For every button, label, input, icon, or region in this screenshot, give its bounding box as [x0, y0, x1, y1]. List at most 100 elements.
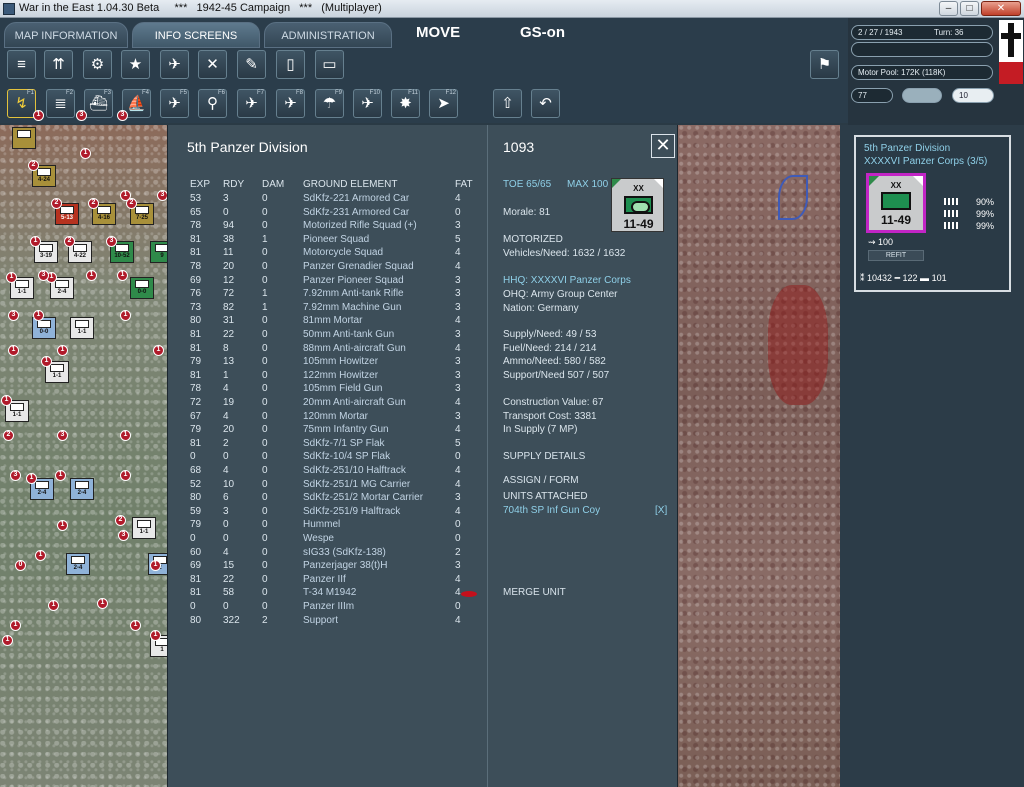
- table-row[interactable]: 78 94 0 Motorized Rifle Squad (+) 3: [168, 220, 478, 234]
- tab-administration[interactable]: ADMINISTRATION: [264, 22, 392, 48]
- map-marker[interactable]: 1: [55, 470, 66, 481]
- map-marker[interactable]: 3: [118, 530, 129, 541]
- table-row[interactable]: 65 0 0 SdKfz-231 Armored Car 0: [168, 207, 478, 221]
- table-row[interactable]: 78 20 0 Panzer Grenadier Squad 4: [168, 261, 478, 275]
- selected-unit-counter[interactable]: XX 11-49: [866, 173, 926, 233]
- table-row[interactable]: 79 13 0 105mm Howitzer 3: [168, 356, 478, 370]
- map-marker[interactable]: 3: [76, 110, 87, 121]
- table-row[interactable]: 76 72 1 7.92mm Anti-tank Rifle 3: [168, 288, 478, 302]
- map-marker[interactable]: 3: [38, 270, 49, 281]
- map-unit-counter[interactable]: 4-16 2: [88, 198, 116, 225]
- table-row[interactable]: 78 4 0 105mm Field Gun 3: [168, 383, 478, 397]
- close-panel-button[interactable]: ✕: [651, 134, 675, 158]
- table-row[interactable]: 53 3 0 SdKfz-221 Armored Car 4: [168, 193, 478, 207]
- table-row[interactable]: 80 6 0 SdKfz-251/2 Mortar Carrier 3: [168, 492, 478, 506]
- col-header-exp[interactable]: EXP: [190, 179, 210, 190]
- map-marker[interactable]: 1: [48, 600, 59, 611]
- map-unit-counter[interactable]: 2-4: [70, 478, 94, 500]
- map-unit-counter[interactable]: 2-4: [66, 553, 90, 575]
- undo-icon[interactable]: ↶: [531, 89, 560, 118]
- table-row[interactable]: 69 15 0 Panzerjager 38(t)H 3: [168, 560, 478, 574]
- map-view-right[interactable]: [678, 125, 840, 787]
- map-marker[interactable]: 1: [130, 620, 141, 631]
- max-label[interactable]: MAX 100: [567, 179, 608, 190]
- toe-label[interactable]: TOE 65/65: [503, 179, 551, 190]
- bombing-icon[interactable]: ✸ F11: [391, 89, 420, 118]
- minimize-button[interactable]: –: [939, 1, 958, 16]
- air-transport-icon[interactable]: ✈ F5: [160, 89, 189, 118]
- ground-attack-icon[interactable]: ✈ F8: [276, 89, 305, 118]
- map-marker[interactable]: 1: [150, 560, 161, 571]
- move-mode-icon[interactable]: ↯ F1: [7, 89, 36, 118]
- reconnaissance-icon[interactable]: ⚲ F6: [198, 89, 227, 118]
- air-drop-icon[interactable]: ☂ F9: [315, 89, 344, 118]
- map-unit-counter[interactable]: 7-25 2: [126, 198, 154, 225]
- map-marker[interactable]: 1: [57, 520, 68, 531]
- map-marker[interactable]: 1: [120, 190, 131, 201]
- table-row[interactable]: 81 1 0 122mm Howitzer 3: [168, 370, 478, 384]
- table-row[interactable]: 59 3 0 SdKfz-251/9 Halftrack 4: [168, 506, 478, 520]
- map-marker[interactable]: 1: [33, 110, 44, 121]
- tab-map-information[interactable]: MAP INFORMATION: [4, 22, 128, 48]
- detach-unit-button[interactable]: [X]: [655, 505, 667, 516]
- air-recon-icon[interactable]: ✈ F7: [237, 89, 266, 118]
- map-marker[interactable]: 1: [86, 270, 97, 281]
- table-row[interactable]: 79 0 0 Hummel 0: [168, 519, 478, 533]
- map-marker[interactable]: 1: [97, 598, 108, 609]
- table-row[interactable]: 73 82 1 7.92mm Machine Gun 3: [168, 302, 478, 316]
- strike-icon[interactable]: ✈ F10: [353, 89, 382, 118]
- rail-mode-icon[interactable]: ≣ F2: [46, 89, 75, 118]
- gs-mode-label[interactable]: GS-on: [520, 24, 565, 41]
- map-unit-counter[interactable]: 4-24 2: [28, 160, 56, 187]
- col-header-rdy[interactable]: RDY: [223, 179, 244, 190]
- refit-button[interactable]: REFIT: [868, 250, 924, 261]
- map-unit-counter[interactable]: 1-1 1: [6, 272, 34, 299]
- map-unit-counter[interactable]: 2-4 1: [46, 272, 74, 299]
- notes-icon[interactable]: ▭: [315, 50, 344, 79]
- map-marker[interactable]: 3: [57, 430, 68, 441]
- reports-icon[interactable]: ▯: [276, 50, 305, 79]
- col-header-dam[interactable]: DAM: [262, 179, 284, 190]
- col-header-fat[interactable]: FAT: [455, 179, 473, 190]
- move-mode-label[interactable]: MOVE: [416, 24, 460, 41]
- table-row[interactable]: 81 2 0 SdKfz-7/1 SP Flak 5: [168, 438, 478, 452]
- map-marker[interactable]: 1: [10, 620, 21, 631]
- map-marker[interactable]: 1: [150, 630, 161, 641]
- table-row[interactable]: 0 0 0 Wespe 0: [168, 533, 478, 547]
- table-row[interactable]: 79 20 0 75mm Infantry Gun 4: [168, 424, 478, 438]
- weapons-icon[interactable]: ✎: [237, 50, 266, 79]
- map-marker[interactable]: 1: [117, 270, 128, 281]
- table-row[interactable]: 72 19 0 20mm Anti-aircraft Gun 4: [168, 397, 478, 411]
- hhq-link[interactable]: HHQ: XXXXVI Panzer Corps: [503, 275, 631, 286]
- map-marker[interactable]: 2: [3, 430, 14, 441]
- map-unit-counter[interactable]: 1-1 1: [41, 356, 69, 383]
- attached-unit-link[interactable]: 704th SP Inf Gun Coy: [503, 505, 600, 516]
- map-marker[interactable]: 1: [120, 310, 131, 321]
- map-marker[interactable]: 3: [8, 310, 19, 321]
- map-unit-counter[interactable]: 1-1: [132, 517, 156, 539]
- table-row[interactable]: 68 4 0 SdKfz-251/10 Halftrack 4: [168, 465, 478, 479]
- air-interdiction-icon[interactable]: ➤ F12: [429, 89, 458, 118]
- map-marker[interactable]: 1: [153, 345, 164, 356]
- maximize-button[interactable]: □: [960, 1, 979, 16]
- map-unit-counter[interactable]: 3-19 1: [30, 236, 58, 263]
- map-marker[interactable]: 3: [10, 470, 21, 481]
- map-marker[interactable]: 1: [35, 550, 46, 561]
- map-marker[interactable]: 0: [15, 560, 26, 571]
- map-marker[interactable]: 1: [33, 310, 44, 321]
- map-unit-counter[interactable]: 2-4 1: [26, 473, 54, 500]
- supply-details-link[interactable]: SUPPLY DETAILS: [503, 451, 585, 462]
- map-unit-counter[interactable]: 4-22 2: [64, 236, 92, 263]
- map-marker[interactable]: 1: [120, 470, 131, 481]
- map-view-left[interactable]: 4-24 2 5-13 2 4-16 2 7-25 2 3-19 1 4-22 2 10-52 3 9 1-1…: [0, 110, 174, 787]
- table-row[interactable]: 69 12 0 Panzer Pioneer Squad 3: [168, 275, 478, 289]
- table-row[interactable]: 81 22 0 Panzer IIf 4: [168, 574, 478, 588]
- losses-icon[interactable]: ✕: [198, 50, 227, 79]
- map-marker[interactable]: 1: [2, 635, 13, 646]
- table-row[interactable]: 81 11 0 Motorcycle Squad 4: [168, 247, 478, 261]
- table-row[interactable]: 81 58 0 T-34 M1942 4: [168, 587, 478, 601]
- map-marker[interactable]: 1: [8, 345, 19, 356]
- map-unit-counter[interactable]: 10-52 3: [106, 236, 134, 263]
- map-marker[interactable]: 1: [120, 430, 131, 441]
- map-marker[interactable]: 2: [115, 515, 126, 526]
